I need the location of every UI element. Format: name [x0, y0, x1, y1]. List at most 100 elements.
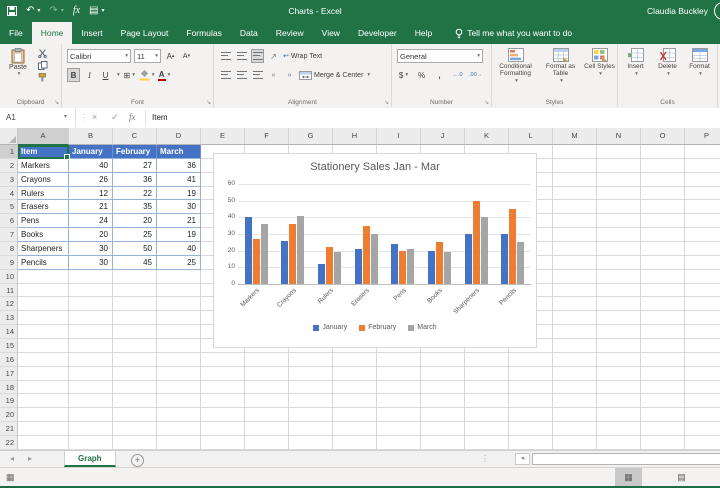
cell-N18[interactable] — [597, 380, 641, 395]
cell-P17[interactable] — [685, 367, 720, 381]
cell-P5[interactable] — [685, 200, 720, 215]
cell-N15[interactable] — [597, 339, 641, 353]
cell-L21[interactable] — [509, 422, 553, 437]
cell-D6[interactable]: 21 — [157, 214, 201, 229]
cell-N1[interactable] — [597, 145, 641, 159]
cell-O11[interactable] — [641, 283, 685, 298]
cell-M6[interactable] — [553, 214, 597, 229]
format-cells-button[interactable]: Format ▾ — [686, 44, 714, 107]
cell-C3[interactable]: 36 — [113, 172, 157, 187]
column-header-L[interactable]: L — [509, 128, 553, 145]
cell-P18[interactable] — [685, 381, 720, 395]
bar-january-pencils[interactable] — [501, 234, 509, 284]
row-header-2[interactable]: 2 — [0, 158, 18, 173]
cell-C4[interactable]: 22 — [113, 186, 157, 201]
bar-february-pencils[interactable] — [509, 209, 517, 284]
tab-help[interactable]: Help — [406, 22, 441, 44]
cell-N8[interactable] — [597, 242, 641, 256]
cell-J17[interactable] — [421, 366, 465, 381]
cell-M2[interactable] — [553, 158, 597, 173]
format-painter-icon[interactable] — [38, 73, 47, 82]
bar-march-erasers[interactable] — [370, 234, 378, 284]
cell-P12[interactable] — [685, 297, 720, 312]
cell-D9[interactable]: 25 — [157, 255, 201, 270]
chart-title[interactable]: Stationery Sales Jan - Mar — [214, 161, 536, 173]
cell-F22[interactable] — [245, 436, 289, 450]
cell-G17[interactable] — [289, 366, 333, 381]
cell-N14[interactable] — [597, 325, 641, 340]
cell-P11[interactable] — [685, 284, 720, 298]
increase-decimal-icon[interactable]: ←.0 — [451, 68, 464, 82]
redo-icon[interactable]: ↷ — [49, 0, 57, 22]
bar-january-markers[interactable] — [244, 217, 252, 284]
conditional-formatting-button[interactable]: Conditional Formatting ▾ — [493, 44, 539, 107]
cell-B22[interactable] — [69, 436, 113, 450]
cell-B16[interactable] — [69, 352, 113, 367]
save-icon[interactable] — [7, 6, 17, 16]
cell-P14[interactable] — [685, 325, 720, 340]
cell-B5[interactable]: 21 — [69, 200, 113, 215]
cell-E17[interactable] — [201, 366, 245, 381]
cell-N9[interactable] — [597, 255, 641, 270]
cell-G21[interactable] — [289, 422, 333, 437]
bar-january-books[interactable] — [427, 250, 435, 284]
undo-dropdown-icon[interactable]: ▾ — [37, 0, 40, 22]
bar-january-sharpeners[interactable] — [464, 234, 472, 284]
cell-P20[interactable] — [685, 408, 720, 423]
bar-february-pens[interactable] — [399, 250, 407, 284]
select-all-button[interactable] — [0, 128, 18, 145]
cell-A7[interactable]: Books — [18, 228, 69, 243]
cell-I22[interactable] — [377, 436, 421, 450]
borders-icon[interactable]: ⊞ ▾ — [123, 68, 136, 82]
row-header-5[interactable]: 5 — [0, 200, 18, 215]
decrease-decimal-icon[interactable]: .00→ — [469, 68, 482, 82]
decrease-font-size-button[interactable]: A ▾ — [180, 49, 193, 63]
bar-march-markers[interactable] — [260, 224, 268, 284]
tab-developer[interactable]: Developer — [349, 22, 406, 44]
cell-B3[interactable]: 26 — [69, 172, 113, 187]
hscroll-left-icon[interactable]: ◂ — [515, 453, 530, 465]
cell-L16[interactable] — [509, 352, 553, 367]
align-center-icon[interactable] — [235, 68, 248, 82]
cell-D19[interactable] — [157, 394, 201, 409]
row-header-12[interactable]: 12 — [0, 297, 18, 312]
cell-styles-button[interactable]: Cell Styles ▾ — [583, 44, 617, 107]
cell-A21[interactable] — [18, 422, 69, 437]
currency-format-icon[interactable]: $ ▾ — [397, 68, 410, 82]
row-header-16[interactable]: 16 — [0, 352, 18, 367]
cell-J21[interactable] — [421, 422, 465, 437]
cell-H20[interactable] — [333, 408, 377, 423]
cell-O4[interactable] — [641, 186, 685, 201]
cell-N2[interactable] — [597, 158, 641, 173]
cell-B7[interactable]: 20 — [69, 228, 113, 243]
underline-dropdown-icon[interactable]: ▾ — [117, 72, 120, 78]
cell-P15[interactable] — [685, 339, 720, 353]
tab-home[interactable]: Home — [31, 22, 73, 44]
avatar[interactable] — [714, 2, 720, 20]
legend-item-january[interactable]: January — [313, 324, 347, 331]
font-name-select[interactable]: Calibri ▾ — [67, 49, 131, 63]
cell-C8[interactable]: 50 — [113, 242, 157, 256]
bar-march-sharpeners[interactable] — [480, 217, 488, 284]
cell-B2[interactable]: 40 — [69, 158, 113, 173]
cell-D15[interactable] — [157, 339, 201, 353]
row-header-6[interactable]: 6 — [0, 214, 18, 229]
cell-C9[interactable]: 45 — [113, 255, 157, 270]
font-color-icon[interactable]: A ▾ — [157, 68, 171, 82]
cell-K16[interactable] — [465, 352, 509, 367]
cell-B21[interactable] — [69, 422, 113, 437]
cell-A22[interactable] — [18, 436, 69, 450]
cell-F21[interactable] — [245, 422, 289, 437]
cell-D21[interactable] — [157, 422, 201, 437]
cell-O9[interactable] — [641, 255, 685, 270]
cell-K22[interactable] — [465, 436, 509, 450]
cell-E19[interactable] — [201, 394, 245, 409]
bar-february-erasers[interactable] — [362, 225, 370, 284]
bar-january-erasers[interactable] — [354, 249, 362, 284]
bottom-align-icon[interactable] — [251, 49, 264, 63]
tab-insert[interactable]: Insert — [72, 22, 111, 44]
cell-C19[interactable] — [113, 394, 157, 409]
cell-I16[interactable] — [377, 352, 421, 367]
cell-O8[interactable] — [641, 242, 685, 256]
bar-march-books[interactable] — [443, 252, 451, 284]
